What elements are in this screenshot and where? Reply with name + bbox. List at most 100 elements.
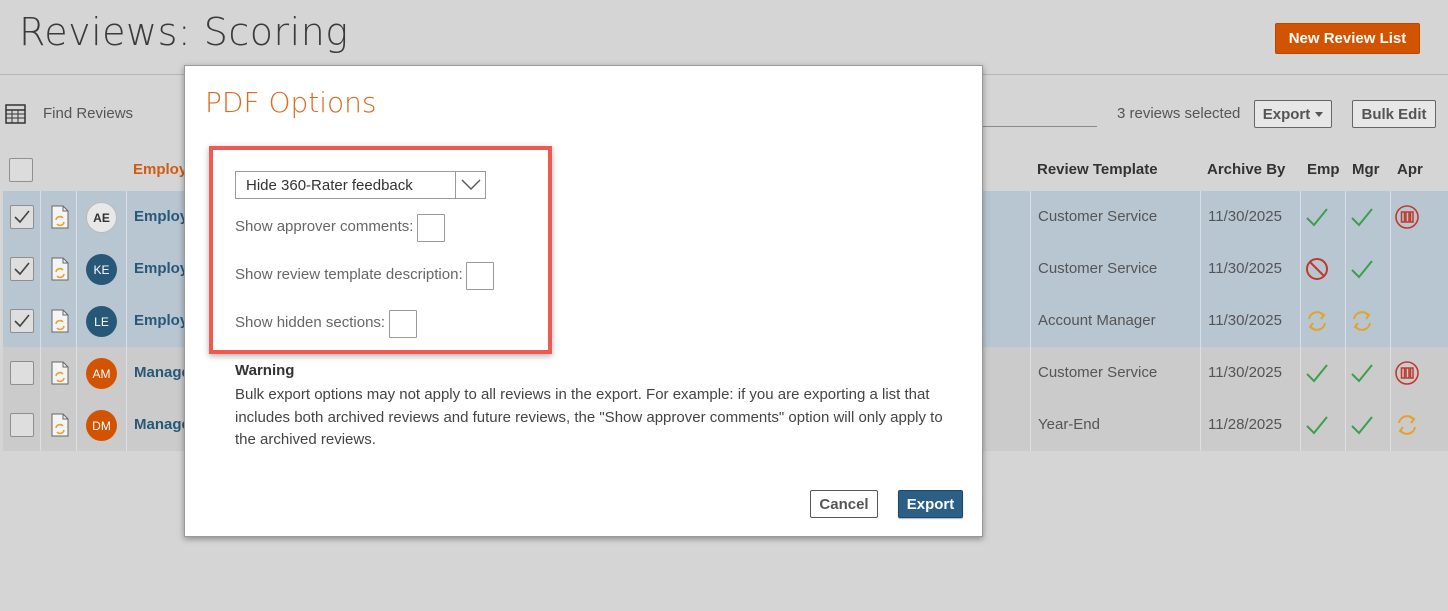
column-separator [1200,243,1201,295]
archive-by-cell: 11/30/2025 [1208,364,1282,381]
warning-title: Warning [235,362,295,379]
column-header-archive-by[interactable]: Archive By [1207,161,1285,178]
row-checkbox[interactable] [10,413,34,437]
archive-by-cell: 11/30/2025 [1208,312,1282,329]
column-separator [40,191,41,243]
column-separator [1300,399,1301,451]
column-separator [1345,347,1346,399]
column-separator [1390,243,1391,295]
emp-status-blocked-icon [1304,256,1330,282]
chevron-down-icon[interactable] [455,172,485,198]
show-hidden-sections-checkbox[interactable] [389,310,417,338]
column-separator [40,243,41,295]
column-separator [1200,295,1201,347]
archive-by-cell: 11/30/2025 [1208,208,1282,225]
column-header-mgr[interactable]: Mgr [1352,161,1380,178]
row-checkbox[interactable] [10,205,34,229]
column-header-apr[interactable]: Apr [1397,161,1423,178]
mgr-status-cycle-icon [1349,308,1375,334]
avatar: AM [86,358,117,389]
review-template-cell: Year-End [1038,416,1100,433]
feedback-select[interactable]: Hide 360-Rater feedback [235,171,486,199]
column-separator [1030,295,1031,347]
pdf-options-dialog: PDF Options Hide 360-Rater feedback Show… [184,65,983,537]
column-separator [1345,191,1346,243]
apr-status-pause-icon [1394,204,1420,230]
column-separator [76,347,77,399]
avatar: AE [86,202,117,233]
row-checkbox[interactable] [10,361,34,385]
column-separator [126,295,127,347]
mgr-status-check-icon [1349,412,1375,438]
column-separator [76,399,77,451]
export-button[interactable]: Export [898,490,963,518]
column-separator [126,399,127,451]
column-separator [1030,191,1031,243]
new-review-list-button[interactable]: New Review List [1275,23,1420,54]
feedback-select-value: Hide 360-Rater feedback [246,176,413,194]
employee-name-link[interactable]: Manage [134,416,190,433]
column-separator [1300,243,1301,295]
row-checkbox[interactable] [10,257,34,281]
column-header-employee[interactable]: Employ [133,161,187,178]
employee-name-link[interactable]: Employ [134,208,188,225]
emp-status-cycle-icon [1304,308,1330,334]
column-separator [40,399,41,451]
column-separator [1300,295,1301,347]
archive-by-cell: 11/30/2025 [1208,260,1282,277]
employee-name-link[interactable]: Employ [134,260,188,277]
review-document-icon[interactable] [50,309,70,333]
column-separator [126,243,127,295]
column-separator [1345,399,1346,451]
show-template-description-checkbox[interactable] [466,262,494,290]
review-document-icon[interactable] [50,413,70,437]
column-separator [40,295,41,347]
column-separator [1345,243,1346,295]
column-separator [1030,347,1031,399]
emp-status-check-icon [1304,412,1330,438]
mgr-status-check-icon [1349,360,1375,386]
row-checkbox[interactable] [10,309,34,333]
avatar: DM [86,410,117,441]
cancel-button[interactable]: Cancel [810,490,878,518]
column-separator [1390,399,1391,451]
select-all-checkbox[interactable] [9,158,33,182]
employee-name-link[interactable]: Employ [134,312,188,329]
column-separator [1200,347,1201,399]
column-separator [1300,191,1301,243]
review-template-cell: Customer Service [1038,364,1158,381]
apr-status-pause-icon [1394,360,1420,386]
dialog-title: PDF Options [205,86,377,119]
checkmark-icon [14,314,30,328]
show-approver-comments-label: Show approver comments: [235,218,414,235]
column-separator [126,347,127,399]
review-template-cell: Customer Service [1038,260,1158,277]
selected-count: 3 reviews selected [1117,105,1241,122]
mgr-status-check-icon [1349,204,1375,230]
page-title: Reviews: Scoring [19,10,349,54]
checkmark-icon [14,262,30,276]
export-dropdown-label: Export [1262,105,1311,123]
column-separator [76,243,77,295]
review-document-icon[interactable] [50,257,70,281]
export-dropdown-button[interactable]: Export [1254,100,1332,128]
review-template-cell: Account Manager [1038,312,1156,329]
column-separator [1030,243,1031,295]
spreadsheet-icon[interactable] [5,102,26,124]
column-separator [1345,295,1346,347]
employee-name-link[interactable]: Manage [134,364,190,381]
column-header-template[interactable]: Review Template [1037,161,1158,178]
apr-status-cycle-icon [1394,412,1420,438]
review-document-icon[interactable] [50,361,70,385]
review-document-icon[interactable] [50,205,70,229]
column-separator [76,191,77,243]
review-template-cell: Customer Service [1038,208,1158,225]
emp-status-check-icon [1304,360,1330,386]
bulk-edit-button[interactable]: Bulk Edit [1352,100,1436,128]
find-reviews-label[interactable]: Find Reviews [43,105,133,122]
show-approver-comments-checkbox[interactable] [417,214,445,242]
column-header-emp[interactable]: Emp [1307,161,1340,178]
caret-down-icon [1315,111,1324,117]
column-separator [40,347,41,399]
mgr-status-check-icon [1349,256,1375,282]
